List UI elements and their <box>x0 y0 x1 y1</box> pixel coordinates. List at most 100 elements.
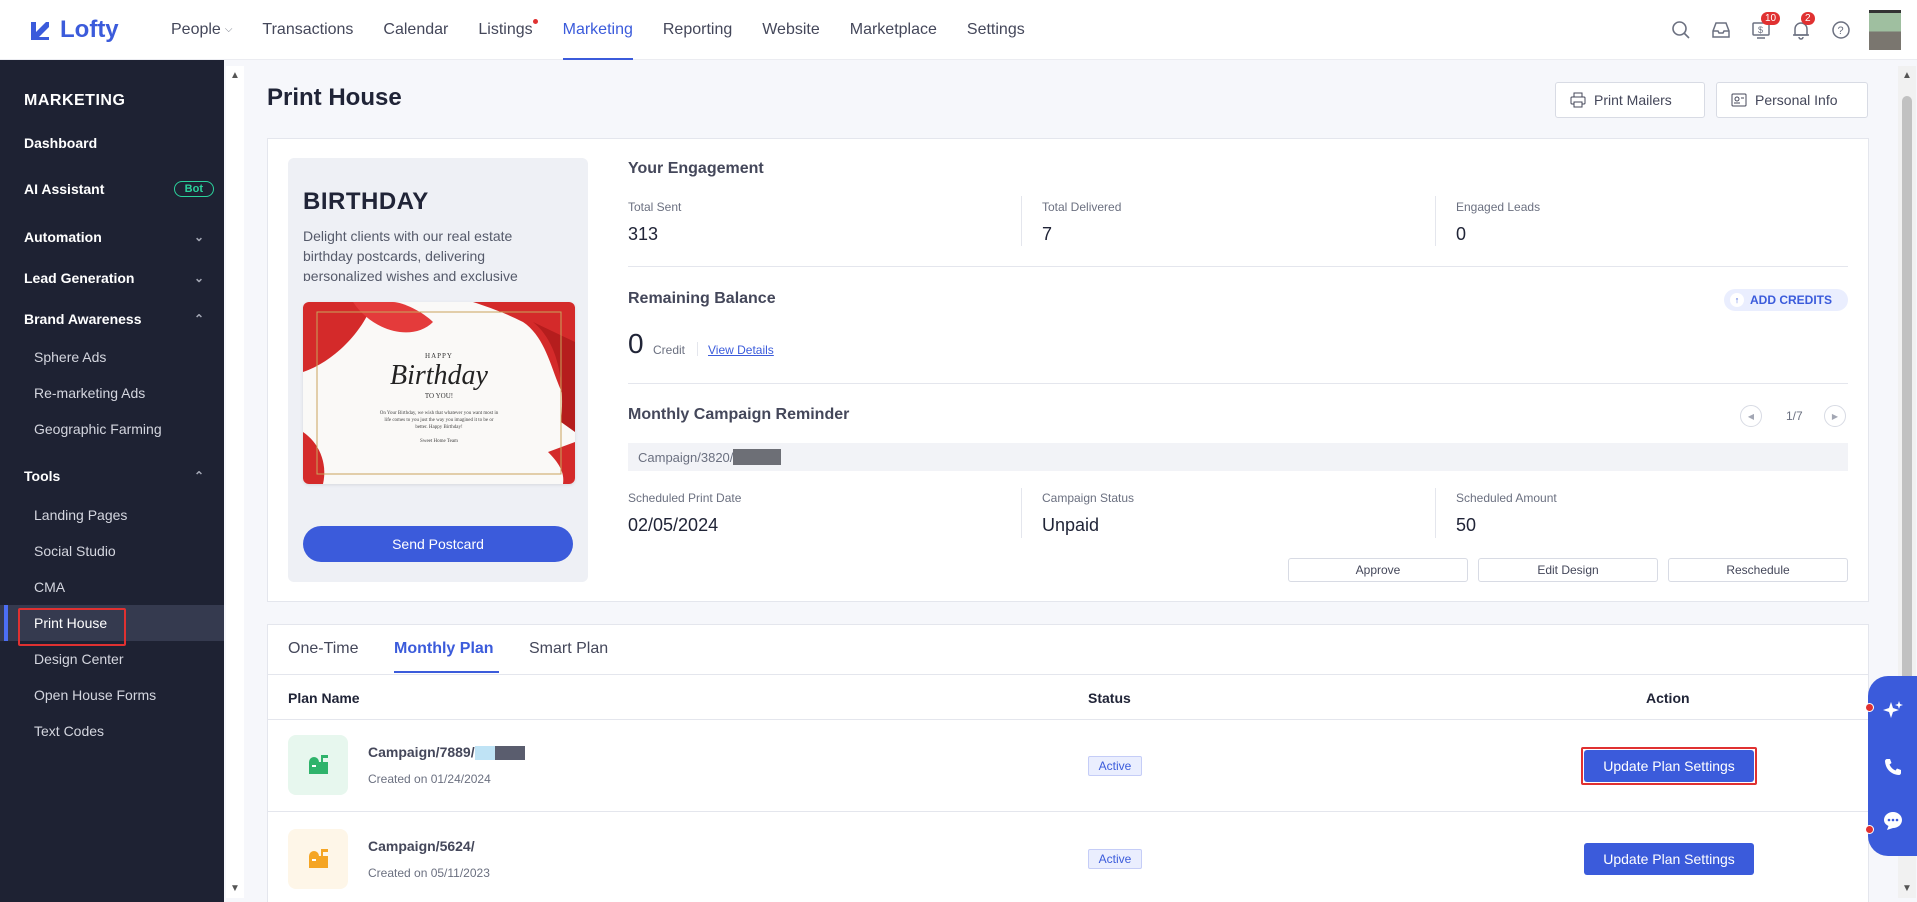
plan-name[interactable]: Campaign/7889/ <box>368 744 525 761</box>
nav-website[interactable]: Website <box>747 0 835 60</box>
floating-action-bar <box>1868 676 1917 856</box>
nav-calendar-label: Calendar <box>383 20 449 38</box>
nav-marketplace[interactable]: Marketplace <box>835 0 952 60</box>
send-postcard-button[interactable]: Send Postcard <box>303 526 573 562</box>
plan-created-date: Created on 05/11/2023 <box>368 866 490 880</box>
top-navigation: Lofty People ⌵ Transactions Calendar List… <box>0 0 1917 60</box>
scroll-up-icon[interactable]: ▲ <box>230 70 240 81</box>
chevron-down-icon: ⌵ <box>224 24 233 35</box>
nav-settings-label: Settings <box>966 20 1025 38</box>
sidebar-item-automation[interactable]: Automation ⌄ <box>0 219 224 255</box>
nav-people[interactable]: People ⌵ <box>156 0 247 60</box>
ai-sparkle-icon[interactable] <box>1868 686 1917 736</box>
billing-icon[interactable]: $ 10 <box>1741 10 1781 50</box>
campaign-status-value: Unpaid <box>1042 515 1100 535</box>
page-title: Print House <box>267 84 402 111</box>
personal-info-label: Personal Info <box>1755 92 1838 108</box>
sidebar-item-dashboard[interactable]: Dashboard <box>0 125 224 161</box>
tab-monthly-plan[interactable]: Monthly Plan <box>394 640 494 658</box>
nav-reporting[interactable]: Reporting <box>648 0 747 60</box>
help-icon[interactable]: ? <box>1821 10 1861 50</box>
prev-arrow-icon[interactable]: ◀ <box>1740 405 1762 427</box>
sidebar-item-lead-generation[interactable]: Lead Generation ⌄ <box>0 260 224 296</box>
scroll-down-icon[interactable]: ▼ <box>1902 883 1912 894</box>
nav-transactions-label: Transactions <box>262 20 354 38</box>
sidebar-item-label: Dashboard <box>24 135 98 151</box>
lofty-logo[interactable]: Lofty <box>28 16 156 44</box>
bot-badge: Bot <box>173 181 214 197</box>
content-scrollbar-left[interactable]: ▲ ▼ <box>226 66 244 898</box>
column-header-plan-name: Plan Name <box>288 690 360 706</box>
balance-unit: Credit <box>653 343 686 357</box>
chevron-up-icon: ⌃ <box>193 469 204 483</box>
bell-icon[interactable]: 2 <box>1781 10 1821 50</box>
tab-one-time[interactable]: One-Time <box>288 640 359 658</box>
approve-button[interactable]: Approve <box>1288 558 1468 582</box>
view-details-link[interactable]: View Details <box>708 343 774 357</box>
divider <box>1021 488 1022 538</box>
postcard-signature: Sweet Home Team <box>420 439 458 444</box>
scroll-down-icon[interactable]: ▼ <box>230 883 240 894</box>
user-avatar[interactable] <box>1869 10 1901 50</box>
printer-icon <box>1570 92 1586 108</box>
svg-text:$: $ <box>1758 25 1763 35</box>
plan-name[interactable]: Campaign/5624/ <box>368 838 475 854</box>
postcard-happy: HAPPY <box>425 352 453 360</box>
id-card-icon <box>1731 93 1747 107</box>
reschedule-button[interactable]: Reschedule <box>1668 558 1848 582</box>
scheduled-amount-value: 50 <box>1456 515 1477 535</box>
search-icon[interactable] <box>1661 10 1701 50</box>
sidebar-item-geographic-farming[interactable]: Geographic Farming <box>0 411 224 447</box>
remaining-balance-title: Remaining Balance <box>628 290 776 307</box>
sidebar-item-label: Lead Generation <box>24 270 135 286</box>
postcard-birthday: Birthday <box>390 360 488 391</box>
phone-icon[interactable] <box>1868 742 1917 792</box>
tab-smart-plan[interactable]: Smart Plan <box>529 640 608 658</box>
inbox-icon[interactable] <box>1701 10 1741 50</box>
sidebar-item-text-codes[interactable]: Text Codes <box>0 713 224 749</box>
sidebar-item-cma[interactable]: CMA <box>0 569 224 605</box>
sidebar-item-tools[interactable]: Tools ⌃ <box>0 458 224 494</box>
nav-listings[interactable]: Listings <box>463 0 547 60</box>
sidebar-item-remarketing-ads[interactable]: Re-marketing Ads <box>0 375 224 411</box>
nav-calendar[interactable]: Calendar <box>368 0 463 60</box>
sidebar-item-label: Landing Pages <box>34 507 128 523</box>
sidebar-item-social-studio[interactable]: Social Studio <box>0 533 224 569</box>
print-mailers-button[interactable]: Print Mailers <box>1555 82 1705 118</box>
active-tab-indicator <box>394 671 499 673</box>
plan-name-text: Campaign/7889/ <box>368 744 475 760</box>
total-delivered-label: Total Delivered <box>1042 200 1122 214</box>
sidebar-item-label: Tools <box>24 468 61 484</box>
birthday-postcard-preview[interactable]: HAPPY Birthday TO YOU! On Your Birthday,… <box>303 302 575 484</box>
sidebar-item-brand-awareness[interactable]: Brand Awareness ⌃ <box>0 301 224 337</box>
sidebar-item-landing-pages[interactable]: Landing Pages <box>0 497 224 533</box>
nav-marketing[interactable]: Marketing <box>548 0 648 60</box>
promo-title: BIRTHDAY <box>303 188 429 215</box>
edit-design-button[interactable]: Edit Design <box>1478 558 1658 582</box>
sidebar-item-label: Text Codes <box>34 723 105 739</box>
chat-icon[interactable] <box>1868 796 1917 846</box>
sidebar-item-label: Geographic Farming <box>34 421 162 437</box>
engagement-title: Your Engagement <box>628 160 764 177</box>
personal-info-button[interactable]: Personal Info <box>1716 82 1868 118</box>
next-arrow-icon[interactable]: ▶ <box>1824 405 1846 427</box>
sidebar-item-open-house-forms[interactable]: Open House Forms <box>0 677 224 713</box>
sidebar-item-design-center[interactable]: Design Center <box>0 641 224 677</box>
update-plan-settings-button[interactable]: Update Plan Settings <box>1584 843 1754 875</box>
svg-text:?: ? <box>1838 25 1844 37</box>
sidebar-item-sphere-ads[interactable]: Sphere Ads <box>0 339 224 375</box>
sidebar-item-label: Open House Forms <box>34 687 157 703</box>
nav-people-label: People <box>171 20 221 38</box>
row-divider <box>268 811 1868 812</box>
sidebar-item-label: Brand Awareness <box>24 311 142 327</box>
nav-settings[interactable]: Settings <box>952 0 1040 60</box>
nav-transactions[interactable]: Transactions <box>247 0 368 60</box>
reminder-pager: 1/7 <box>1786 409 1803 423</box>
scheduled-amount-label: Scheduled Amount <box>1456 491 1557 505</box>
sidebar-item-label: Re-marketing Ads <box>34 385 146 401</box>
section-divider <box>628 266 1848 267</box>
sidebar-item-label: Automation <box>24 229 102 245</box>
sidebar-item-ai-assistant[interactable]: AI Assistant Bot <box>0 171 224 207</box>
add-credits-button[interactable]: ↑ ADD CREDITS <box>1724 289 1848 311</box>
scroll-up-icon[interactable]: ▲ <box>1902 70 1912 81</box>
